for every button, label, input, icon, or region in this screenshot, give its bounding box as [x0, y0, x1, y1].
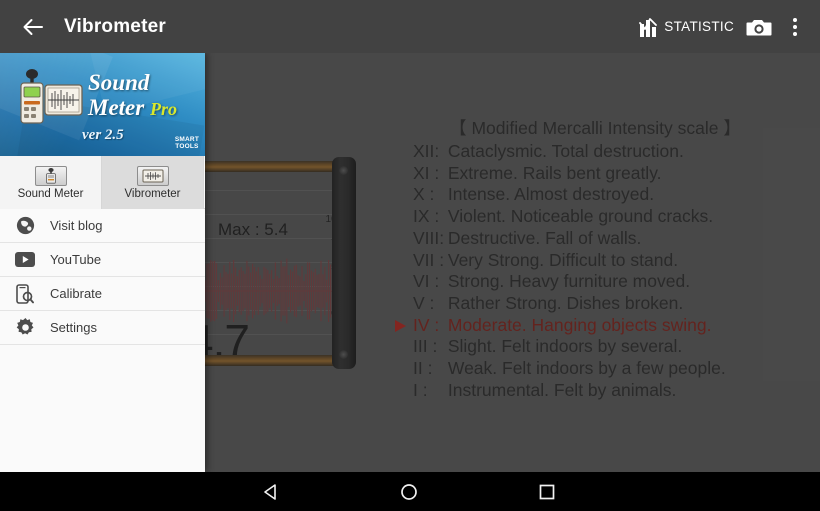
app-promo-banner[interactable]: Sound Meter Pro ver 2.5 SMART TOOLS: [0, 53, 205, 156]
tab-vibrometer[interactable]: Vibrometer: [102, 156, 204, 209]
drawer-item-calibrate[interactable]: Calibrate: [0, 277, 205, 311]
drawer-item-label: Settings: [50, 320, 97, 335]
navigation-drawer: Sound Meter Pro ver 2.5 SMART TOOLS Soun…: [0, 53, 205, 472]
camera-icon: [746, 19, 772, 35]
sound-meter-device-icon: [20, 69, 83, 124]
smart-tools-logo: SMART TOOLS: [175, 136, 199, 150]
tab-sound-meter-label: Sound Meter: [17, 187, 84, 200]
smart-tools-line1: SMART: [174, 136, 199, 143]
drawer-item-label: Calibrate: [50, 286, 103, 301]
tab-sound-meter[interactable]: Sound Meter: [0, 156, 102, 209]
drawer-item-settings[interactable]: Settings: [0, 311, 205, 345]
vibrometer-tab-icon: [136, 165, 169, 186]
more-vert-icon: [793, 17, 797, 22]
page-title: Vibrometer: [64, 15, 166, 37]
globe-icon: [14, 215, 36, 237]
youtube-play-icon: [14, 249, 36, 271]
back-button[interactable]: [8, 0, 58, 53]
banner-title-line1: Sound: [88, 70, 150, 95]
drawer-menu-list: Visit blog YouTube Calibrate Settings: [0, 209, 205, 345]
nav-back-triangle-icon: [264, 483, 276, 500]
nav-recents-button[interactable]: [508, 472, 586, 511]
statistic-button[interactable]: STATISTIC: [633, 0, 740, 53]
arrow-back-icon: [23, 18, 43, 35]
app-bar: Vibrometer STATISTIC: [0, 0, 820, 53]
system-navigation-bar: [0, 472, 820, 511]
drawer-item-label: YouTube: [50, 252, 102, 267]
mode-tabs: Sound Meter Vibrometer: [0, 156, 205, 209]
more-vert-icon: [793, 31, 797, 36]
tab-vibrometer-label: Vibrometer: [124, 187, 181, 200]
app-bar-actions: STATISTIC: [633, 0, 820, 53]
banner-pro-tag: Pro: [149, 99, 177, 119]
drawer-item-label: Visit blog: [50, 218, 103, 233]
more-vert-icon: [793, 24, 797, 29]
sound-meter-tab-icon: [34, 165, 67, 186]
calibrate-phone-icon: [14, 283, 36, 305]
banner-title-line2: Meter: [88, 95, 145, 120]
app-screen: Max : 5.4 10.0 7.5 5.0 2.5 0.0 4.7 【 Mod…: [0, 0, 820, 511]
banner-version: ver 2.5: [82, 127, 124, 143]
bar-chart-statistic-icon: [639, 17, 658, 37]
overflow-menu-button[interactable]: [778, 0, 812, 53]
nav-recents-square-icon: [539, 484, 555, 499]
nav-home-button[interactable]: [370, 472, 448, 511]
nav-back-button[interactable]: [232, 472, 310, 511]
drawer-item-youtube[interactable]: YouTube: [0, 243, 205, 277]
nav-home-circle-icon: [401, 483, 417, 500]
camera-button[interactable]: [740, 0, 778, 53]
statistic-label: STATISTIC: [664, 19, 734, 34]
gear-icon: [14, 317, 36, 339]
smart-tools-line2: TOOLS: [175, 143, 199, 150]
banner-title: Sound Meter Pro: [88, 70, 177, 122]
drawer-item-visit-blog[interactable]: Visit blog: [0, 209, 205, 243]
